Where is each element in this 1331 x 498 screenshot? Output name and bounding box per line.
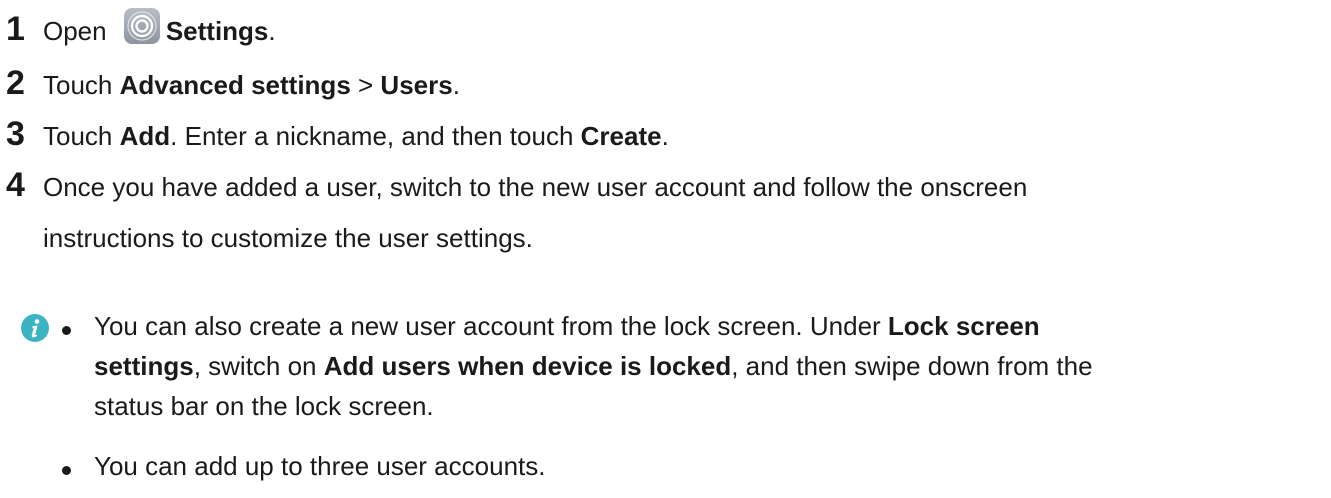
step-text-part: . Enter a nickname, and then touch bbox=[170, 121, 581, 151]
step-text: Once you have added a user, switch to th… bbox=[43, 162, 1027, 264]
step-2: 2 Touch Advanced settings > Users. bbox=[0, 60, 460, 111]
bullet-bold-text: Add users when device is locked bbox=[323, 351, 732, 381]
step-bold-text: Settings bbox=[165, 16, 269, 46]
bullet-text: You can also create a new user account f… bbox=[94, 306, 1294, 426]
step-bold-text: Create bbox=[580, 121, 662, 151]
info-icon bbox=[21, 314, 49, 342]
bullet-text-part: , switch on bbox=[193, 351, 324, 381]
bullet-dot bbox=[62, 466, 71, 475]
bullet-text-part: , and then swipe down from the bbox=[731, 351, 1093, 381]
step-text-part: Touch bbox=[43, 70, 120, 100]
step-text-part: Open bbox=[43, 16, 114, 46]
step-3: 3 Touch Add. Enter a nickname, and then … bbox=[0, 111, 669, 162]
bullet-text-part: You can also create a new user account f… bbox=[94, 311, 888, 341]
bullet-text: You can add up to three user accounts. bbox=[94, 451, 546, 481]
settings-gear-icon bbox=[123, 8, 160, 44]
step-text-line: Once you have added a user, switch to th… bbox=[43, 172, 1028, 202]
step-text-part: . bbox=[661, 121, 669, 151]
step-bold-text: Add bbox=[119, 121, 171, 151]
step-text: Open Settings. bbox=[43, 6, 276, 57]
step-text: Touch Advanced settings > Users. bbox=[43, 60, 460, 111]
bullet-bold-text: settings bbox=[94, 351, 194, 381]
step-number: 1 bbox=[6, 10, 25, 48]
step-bold-text: Advanced settings bbox=[119, 70, 351, 100]
step-text-part: > bbox=[350, 70, 381, 100]
bullet-dot bbox=[62, 326, 71, 335]
step-number: 3 bbox=[6, 115, 25, 153]
step-4: 4 Once you have added a user, switch to … bbox=[0, 162, 1027, 264]
step-bold-text: Users bbox=[380, 70, 453, 100]
step-number: 2 bbox=[6, 64, 25, 102]
note-bullet-2: You can add up to three user accounts. bbox=[62, 446, 1294, 486]
step-1: 1 Open Settings. bbox=[0, 6, 276, 57]
bullet-text-part: status bar on the lock screen. bbox=[94, 391, 434, 421]
step-text-line: instructions to customize the user setti… bbox=[43, 223, 533, 253]
document: 1 Open Settings. 2 Touch Advanced settin… bbox=[0, 0, 1331, 498]
bullet-bold-text: Lock screen bbox=[887, 311, 1040, 341]
step-text: Touch Add. Enter a nickname, and then to… bbox=[43, 111, 669, 162]
step-text-part: . bbox=[452, 70, 460, 100]
note-bullet-1: You can also create a new user account f… bbox=[62, 306, 1294, 426]
step-text-part: Touch bbox=[43, 121, 120, 151]
step-number: 4 bbox=[6, 166, 25, 204]
step-text-part: . bbox=[268, 16, 276, 46]
